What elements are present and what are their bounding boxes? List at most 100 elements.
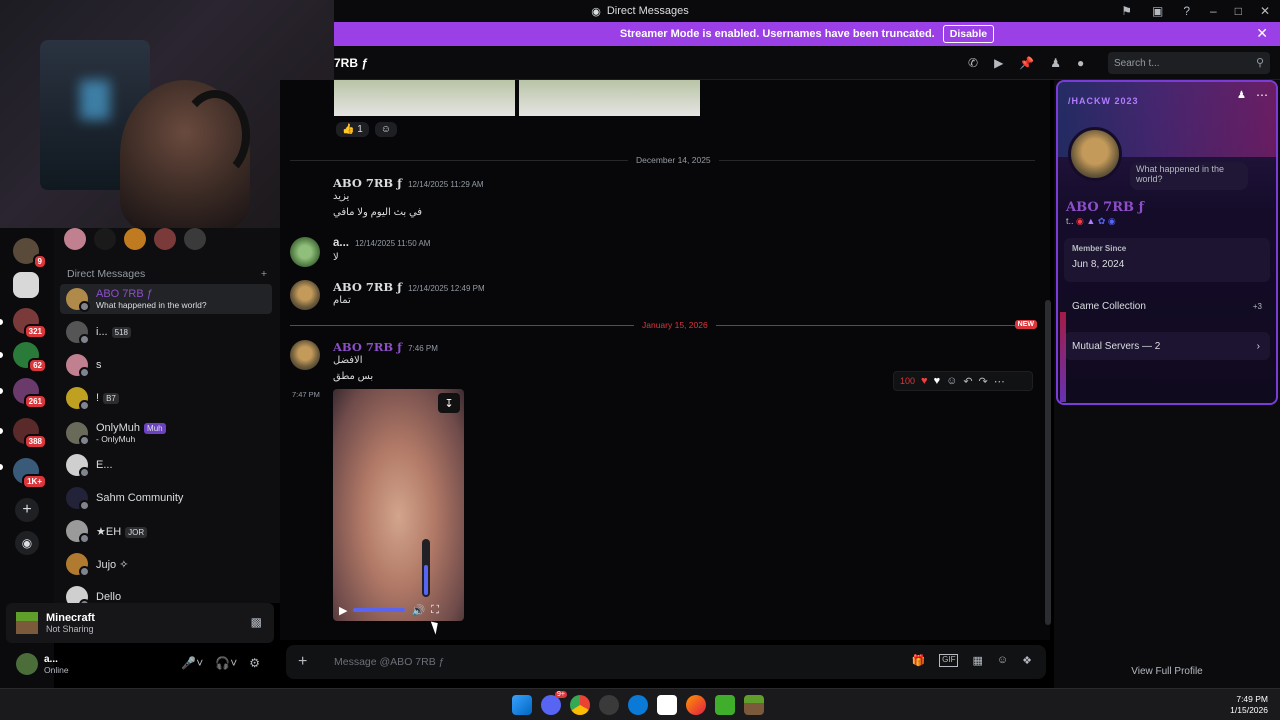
close-icon[interactable]: ✕ <box>1256 25 1268 42</box>
profile-avatar[interactable] <box>1068 127 1122 181</box>
message-author[interactable]: ABO 7RB ƒ <box>333 340 402 354</box>
gift-icon[interactable]: 🎁 <box>911 654 925 667</box>
dm-item[interactable]: OnlyMuh Muh - OnlyMuh <box>60 416 272 450</box>
microphone-icon[interactable]: 🎤˅ <box>181 656 203 670</box>
server-icon[interactable]: 321 <box>13 308 47 339</box>
more-icon[interactable]: ⋯ <box>1256 88 1268 102</box>
dm-item[interactable]: i... 518 <box>60 317 272 347</box>
pin-icon[interactable]: 📌 <box>1019 56 1034 70</box>
avatar[interactable] <box>64 228 86 250</box>
chrome-icon[interactable] <box>570 695 590 715</box>
discover-icon[interactable]: ◉ <box>15 531 39 555</box>
call-icon[interactable]: ✆ <box>968 56 978 70</box>
heart-white-icon[interactable]: ♥ <box>934 375 941 387</box>
avatar[interactable] <box>94 228 116 250</box>
dm-item[interactable]: s <box>60 350 272 380</box>
message-input[interactable]: Message @ABO 7RB ƒ <box>334 656 444 668</box>
image-attachments[interactable] <box>334 80 700 116</box>
maximize-button[interactable]: □ <box>1235 4 1242 18</box>
heart-red-icon[interactable]: ♥ <box>921 375 928 387</box>
discord-taskbar-icon[interactable]: 9+ <box>541 691 567 715</box>
close-window-button[interactable]: ✕ <box>1260 4 1270 18</box>
server-icon[interactable]: 62 <box>13 342 47 373</box>
server-icon[interactable]: 388 <box>13 418 47 449</box>
gif-icon[interactable]: GIF <box>939 654 959 667</box>
apps-icon[interactable]: ❖ <box>1022 654 1032 667</box>
view-full-profile-link[interactable]: View Full Profile <box>1054 666 1280 677</box>
avatar[interactable] <box>290 340 320 370</box>
avatar <box>66 354 90 378</box>
progress-bar[interactable] <box>353 608 406 612</box>
add-friend-icon[interactable]: ♟ <box>1237 90 1246 101</box>
inbox-flag-icon[interactable]: ⚑ <box>1121 4 1132 18</box>
chat-scrollbar[interactable] <box>1045 300 1051 625</box>
share-screen-icon[interactable]: ▩ <box>251 615 262 629</box>
add-friends-icon[interactable]: ♟ <box>1050 56 1061 70</box>
avatar[interactable] <box>290 237 320 267</box>
message-actions-bar: 100 ♥ ♥ ☺ ↶ ↷ ⋯ <box>893 371 1033 391</box>
screen-icon[interactable]: ▣ <box>1152 4 1163 18</box>
video-attachment[interactable]: ↧ ▶ 🔊 ⛶ <box>333 389 464 621</box>
server-icon[interactable]: 9 <box>13 238 47 269</box>
add-dm-icon[interactable]: + <box>261 268 267 280</box>
search-input[interactable]: Search t... ⚲ <box>1108 52 1270 74</box>
volume-slider[interactable] <box>422 539 430 597</box>
dm-item[interactable]: Sahm Community <box>60 483 272 513</box>
message-author[interactable]: a... <box>333 237 349 249</box>
avatar[interactable] <box>290 280 320 310</box>
image-attachment[interactable] <box>519 80 700 116</box>
volume-icon[interactable]: 🔊 <box>411 604 425 617</box>
xbox-icon[interactable] <box>715 695 735 715</box>
avatar[interactable] <box>184 228 206 250</box>
app-icon[interactable] <box>657 695 677 715</box>
avatar[interactable] <box>154 228 176 250</box>
dm-item[interactable]: ! B7 <box>60 383 272 413</box>
message-author[interactable]: ABO 7RB ƒ <box>333 280 402 294</box>
fullscreen-icon[interactable]: ⛶ <box>431 604 439 617</box>
headphones-icon[interactable]: 🎧˅ <box>215 656 237 670</box>
help-icon[interactable]: ? <box>1183 4 1190 18</box>
upload-plus-icon[interactable]: + <box>298 653 318 671</box>
dm-item[interactable]: ★EH JOR <box>60 516 272 546</box>
more-icon[interactable]: ⋯ <box>994 375 1005 388</box>
user-profile-icon[interactable]: ● <box>1077 56 1084 70</box>
message-text: بس مطق <box>333 371 374 382</box>
emoji-icon[interactable]: ☺ <box>997 654 1008 667</box>
download-icon[interactable]: ↧ <box>438 393 460 413</box>
server-icon[interactable] <box>13 272 39 298</box>
reaction-thumbs-up[interactable]: 👍 1 <box>336 122 369 137</box>
add-reaction-icon[interactable]: ☺ <box>374 122 398 137</box>
server-icon[interactable]: 261 <box>13 378 47 409</box>
message-composer[interactable]: + Message @ABO 7RB ƒ 🎁 GIF ▦ ☺ ❖ <box>286 645 1046 679</box>
message-text: الافضل <box>333 355 363 366</box>
disable-button[interactable]: Disable <box>942 25 995 43</box>
video-call-icon[interactable]: ▶ <box>994 56 1003 70</box>
app-icon[interactable] <box>599 695 619 715</box>
minecraft-icon[interactable] <box>744 695 764 715</box>
system-clock[interactable]: 7:49 PM 1/15/2026 <box>1230 694 1268 716</box>
activity-panel[interactable]: Minecraft Not Sharing ▩ <box>6 603 274 643</box>
add-reaction-icon[interactable]: ☺ <box>946 375 957 387</box>
mutual-servers-row[interactable]: Mutual Servers — 2 › <box>1064 332 1270 360</box>
dm-item[interactable]: Dello <box>60 582 272 603</box>
dm-item[interactable]: E... <box>60 450 272 480</box>
forward-icon[interactable]: ↷ <box>979 375 988 388</box>
play-icon[interactable]: ▶ <box>339 604 347 617</box>
dm-item[interactable]: Jujo ✧ <box>60 549 272 579</box>
sticker-icon[interactable]: ▦ <box>972 654 982 667</box>
reply-icon[interactable]: ↶ <box>963 375 972 388</box>
avatar[interactable] <box>124 228 146 250</box>
app-icon[interactable] <box>628 695 648 715</box>
add-server-button[interactable]: + <box>15 498 39 522</box>
hundred-reaction-icon[interactable]: 100 <box>900 376 915 386</box>
image-attachment[interactable] <box>334 80 515 116</box>
avatar[interactable] <box>16 653 38 675</box>
minimize-button[interactable]: – <box>1210 4 1217 18</box>
dm-item[interactable]: ABO 7RB ƒ What happened in the world? <box>60 284 272 314</box>
server-icon[interactable]: 1K+ <box>13 458 47 489</box>
windows-start-icon[interactable] <box>512 695 532 715</box>
message-author[interactable]: ABO 7RB ƒ <box>333 176 402 190</box>
settings-gear-icon[interactable]: ⚙ <box>249 656 260 670</box>
firefox-icon[interactable] <box>686 695 706 715</box>
game-collection-row[interactable]: Game Collection +3 <box>1064 292 1270 320</box>
